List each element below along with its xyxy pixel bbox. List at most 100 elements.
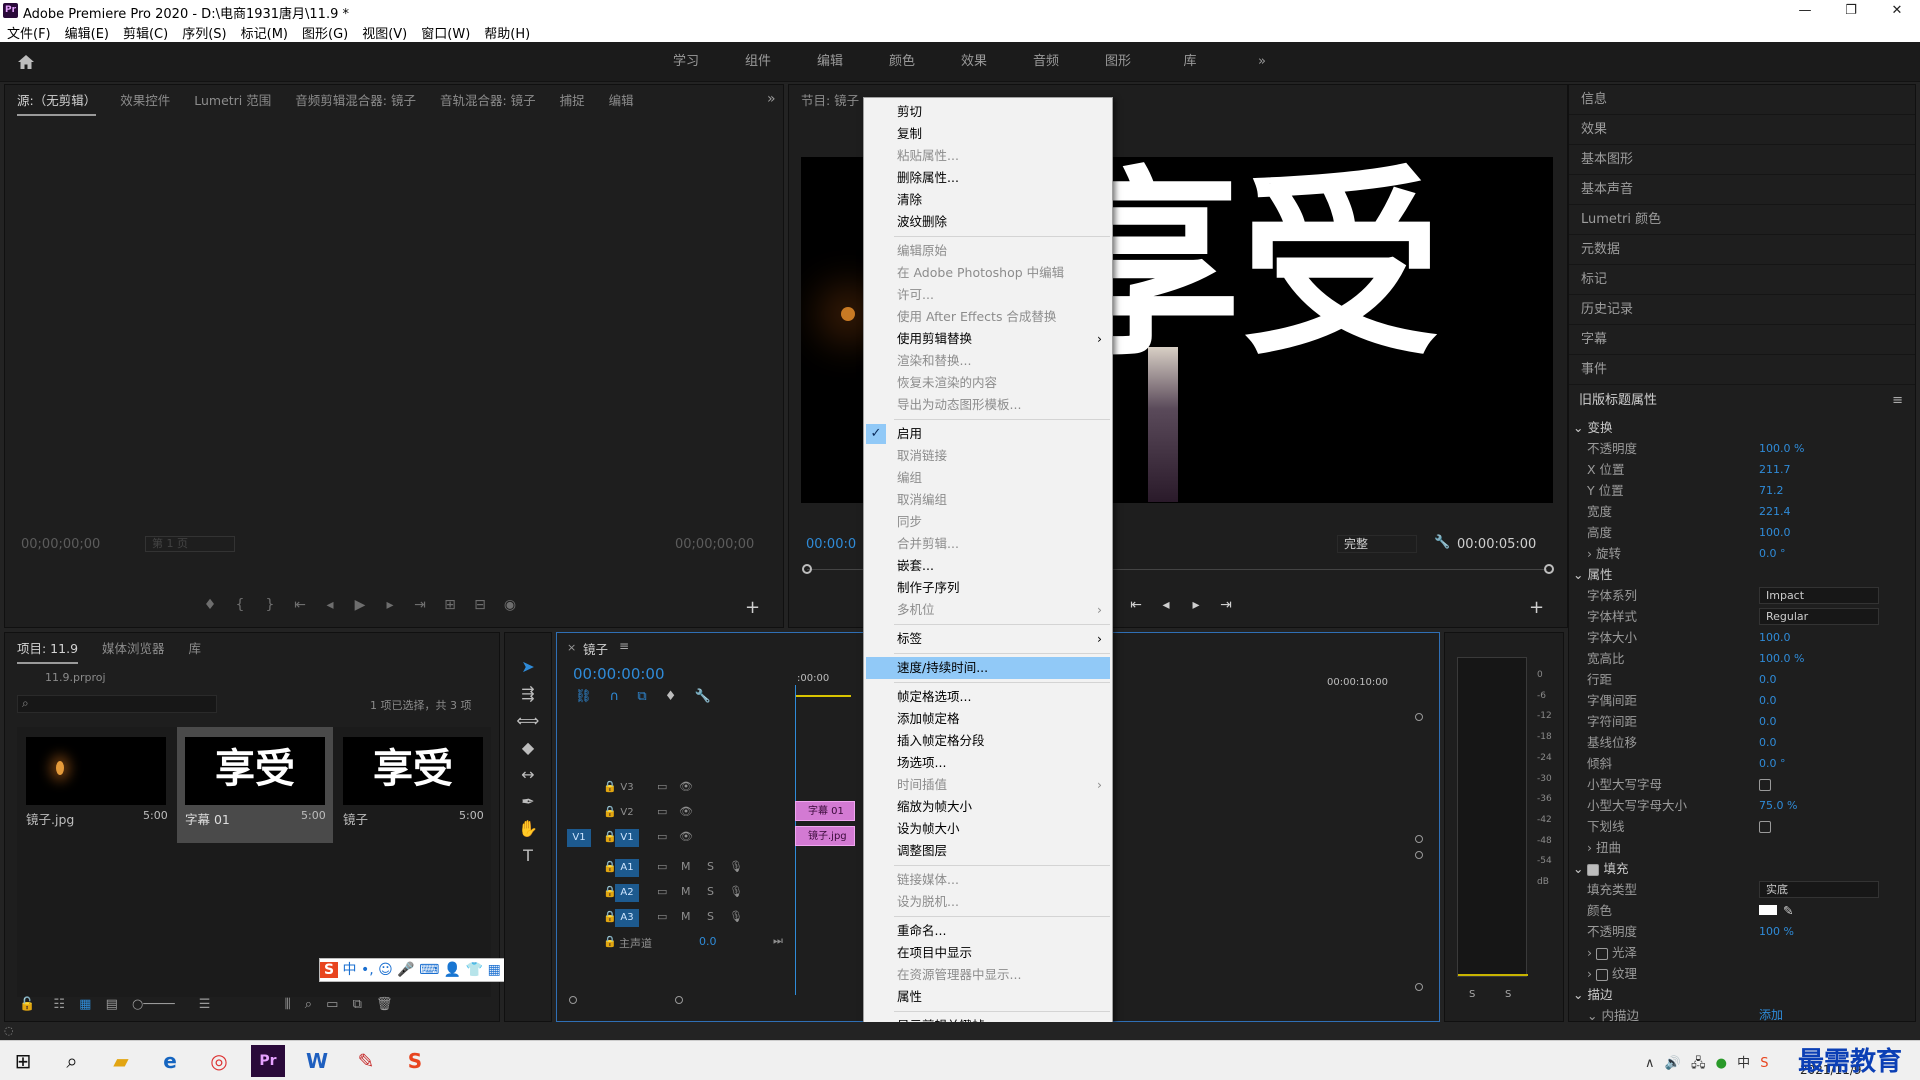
emoji-icon[interactable]: ☺ [378, 962, 393, 978]
font-style-select[interactable]: Regular [1759, 608, 1879, 625]
slip-tool-icon[interactable]: ↔ [505, 761, 551, 788]
panel-essential-sound[interactable]: 基本声音 [1569, 175, 1915, 205]
scrub-end-handle[interactable] [1544, 564, 1554, 574]
context-menu-item[interactable]: 删除属性... [864, 167, 1112, 189]
context-menu-item[interactable]: 标签 › [864, 628, 1112, 650]
mute-button[interactable]: M [681, 910, 691, 923]
meter-solo-right[interactable]: S [1505, 989, 1511, 1000]
workspace-tab-color[interactable]: 颜色 [866, 42, 938, 82]
zoom-handle-right[interactable] [675, 996, 683, 1004]
fill-opacity-value[interactable]: 100 % [1759, 921, 1794, 942]
hand-tool-icon[interactable]: ✋ [505, 815, 551, 842]
tab-effect-controls[interactable]: 效果控件 [120, 85, 170, 117]
fill-section[interactable]: ⌄ 填充 [1569, 858, 1915, 879]
linked-selection-icon[interactable]: ⧉ [637, 689, 646, 704]
find-icon[interactable]: ⌕ [305, 997, 312, 1012]
mark-in-icon[interactable]: { [225, 597, 255, 613]
edge-icon[interactable]: e [153, 1045, 187, 1077]
go-to-in-icon[interactable]: ⇤ [1121, 597, 1151, 613]
transform-section[interactable]: ⌄ 变换 [1569, 417, 1915, 438]
go-to-in-icon[interactable]: ⇤ [285, 597, 315, 613]
mic-icon[interactable]: 🎙 [729, 910, 743, 923]
panel-events[interactable]: 事件 [1569, 355, 1915, 385]
slant-value[interactable]: 0.0 ° [1759, 753, 1786, 774]
underline-checkbox[interactable] [1759, 821, 1771, 833]
workspace-tab-graphics[interactable]: 图形 [1082, 42, 1154, 82]
chrome-icon[interactable]: ◎ [202, 1045, 236, 1077]
track-select-tool-icon[interactable]: ⇶ [505, 680, 551, 707]
overwrite-icon[interactable]: ⊟ [465, 597, 495, 613]
track-label-v3[interactable]: V3 [615, 779, 639, 797]
eye-icon[interactable]: 👁 [679, 830, 693, 843]
tracking-value[interactable]: 0.0 [1759, 711, 1777, 732]
tab-libraries[interactable]: 库 [189, 633, 202, 665]
texture-checkbox[interactable] [1595, 968, 1608, 981]
source-timecode-right[interactable]: 00;00;00;00 [675, 537, 754, 552]
track-label-a3[interactable]: A3 [615, 909, 639, 927]
menu-help[interactable]: 帮助(H) [477, 22, 537, 42]
minimize-button[interactable]: — [1782, 0, 1828, 22]
context-menu-item[interactable]: 缩放为帧大小 [864, 796, 1112, 818]
leading-value[interactable]: 0.0 [1759, 669, 1777, 690]
v-scroll-handle[interactable] [1415, 835, 1423, 843]
sync-lock-icon[interactable]: ▭ [657, 860, 667, 873]
sync-lock-icon[interactable]: ▭ [657, 830, 667, 843]
volume-icon[interactable]: 🔊 [1665, 1056, 1681, 1071]
menu-clip[interactable]: 剪辑(C) [116, 22, 175, 42]
solo-button[interactable]: S [707, 885, 714, 898]
nest-toggle-icon[interactable]: ⛓ [575, 689, 592, 704]
context-menu-item[interactable]: 帧定格选项... [864, 686, 1112, 708]
program-fit-select[interactable]: 完整 [1337, 535, 1417, 553]
premiere-icon[interactable]: Pr [251, 1045, 285, 1077]
clip-title-01[interactable]: 字幕 01 [795, 801, 855, 821]
context-menu-item[interactable]: 复制 [864, 123, 1112, 145]
ime-punct-label[interactable]: •, [361, 962, 374, 978]
user-icon[interactable]: 👤 [444, 962, 461, 978]
source-patch-v1[interactable]: V1 [567, 829, 591, 847]
prop-distort[interactable]: › 扭曲 [1569, 837, 1915, 858]
program-timecode-left[interactable]: 00:00:0 [806, 537, 856, 552]
tab-lumetri-scopes[interactable]: Lumetri 范围 [194, 85, 271, 117]
panel-essential-graphics[interactable]: 基本图形 [1569, 145, 1915, 175]
panel-history[interactable]: 历史记录 [1569, 295, 1915, 325]
menu-sequence[interactable]: 序列(S) [175, 22, 233, 42]
step-forward-icon[interactable]: ▸ [1181, 597, 1211, 613]
prop-sheen[interactable]: › 光泽 [1569, 942, 1915, 963]
close-tab-icon[interactable]: × [567, 641, 576, 654]
program-timecode-right[interactable]: 00:00:05:00 [1457, 537, 1536, 552]
marker-icon[interactable]: ♦ [195, 597, 225, 613]
context-menu-item[interactable]: 添加帧定格 [864, 708, 1112, 730]
sync-lock-icon[interactable]: ▭ [657, 910, 667, 923]
context-menu-item[interactable]: 波纹删除 [864, 211, 1112, 233]
project-search-input[interactable]: ⌕ [17, 695, 217, 713]
new-bin-icon[interactable]: ▭ [326, 997, 338, 1012]
freeform-view-icon[interactable]: ▤ [106, 997, 118, 1012]
clip-mirror-jpg[interactable]: 镜子.jpg [795, 826, 855, 846]
keyboard-icon[interactable]: ⌨ [419, 962, 439, 978]
solo-button[interactable]: S [707, 860, 714, 873]
shirt-icon[interactable]: 👕 [466, 962, 483, 978]
context-menu-item[interactable]: 调整图层 [864, 840, 1112, 862]
add-button-icon[interactable]: + [745, 597, 760, 618]
baseline-value[interactable]: 0.0 [1759, 732, 1777, 753]
mute-button[interactable]: M [681, 860, 691, 873]
project-item-title-01[interactable]: 享受 字幕 01 5:00 [177, 727, 333, 843]
go-to-out-icon[interactable]: ⇥ [1211, 597, 1241, 613]
mic-icon[interactable]: 🎤 [397, 962, 414, 978]
sort-icon[interactable]: ☰ [199, 997, 211, 1012]
color-swatch[interactable] [1759, 905, 1777, 915]
ime-tray-icon[interactable]: 中 [1737, 1056, 1750, 1071]
panel-metadata[interactable]: 元数据 [1569, 235, 1915, 265]
font-size-value[interactable]: 100.0 [1759, 627, 1791, 648]
v-scroll-handle[interactable] [1415, 713, 1423, 721]
timeline-settings-icon[interactable]: 🔧 [695, 689, 711, 704]
solo-button[interactable]: S [707, 910, 714, 923]
source-page-select[interactable]: 第 1 页 [145, 536, 235, 552]
context-menu-item[interactable]: 清除 [864, 189, 1112, 211]
sheen-checkbox[interactable] [1595, 947, 1608, 960]
tab-sequence[interactable]: 镜子 [583, 639, 608, 658]
track-label-v1[interactable]: V1 [615, 829, 639, 847]
zoom-handle-left[interactable] [569, 996, 577, 1004]
mic-icon[interactable]: 🎙 [729, 860, 743, 873]
workspace-tab-learn[interactable]: 学习 [650, 42, 722, 82]
